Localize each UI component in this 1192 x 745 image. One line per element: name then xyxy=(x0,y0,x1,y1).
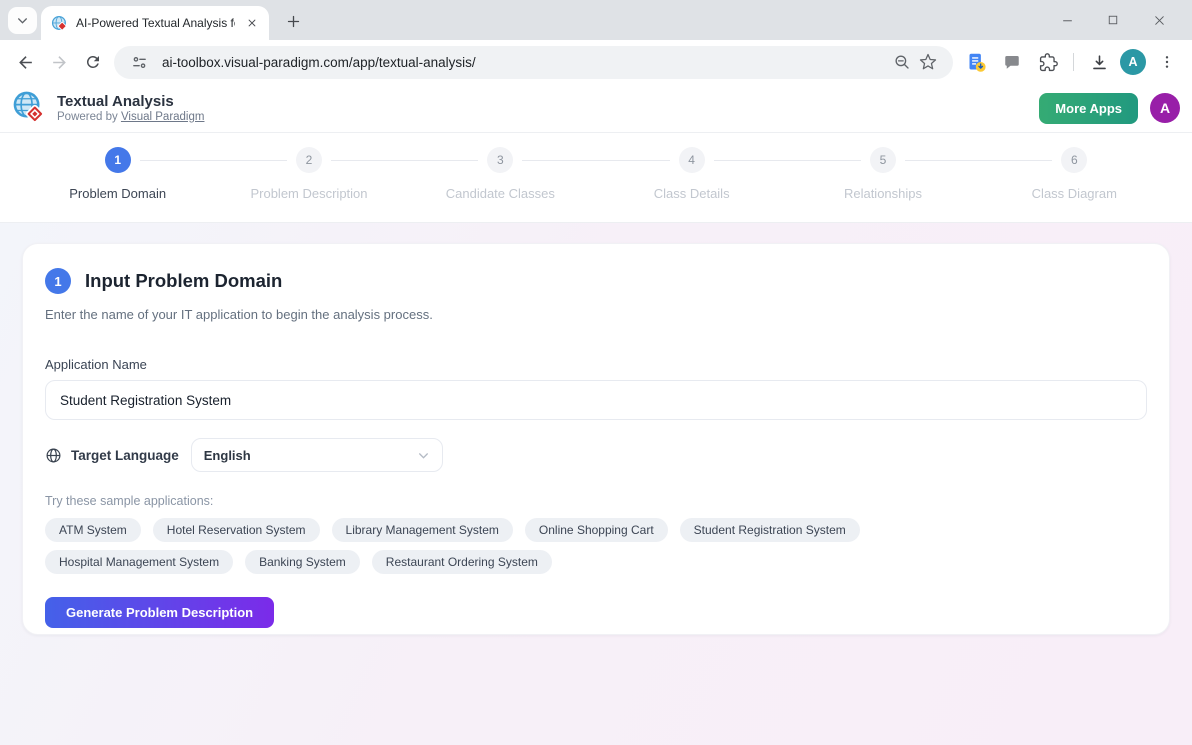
globe-icon xyxy=(45,447,62,464)
site-favicon-icon xyxy=(51,15,68,32)
bookmark-star-icon[interactable] xyxy=(915,49,941,75)
comment-icon[interactable] xyxy=(997,47,1027,77)
application-name-label: Application Name xyxy=(45,357,1147,372)
window-minimize-button[interactable] xyxy=(1044,0,1090,40)
zoom-out-icon[interactable] xyxy=(889,49,915,75)
sample-chip-hotel-reservation-system[interactable]: Hotel Reservation System xyxy=(153,518,320,542)
window-close-button[interactable] xyxy=(1136,0,1182,40)
card-title: Input Problem Domain xyxy=(85,270,282,292)
extensions-puzzle-icon[interactable] xyxy=(1033,47,1063,77)
window-controls xyxy=(1044,0,1182,40)
app-title: Textual Analysis xyxy=(57,93,204,110)
step-label: Problem Description xyxy=(250,186,367,201)
step-label: Relationships xyxy=(844,186,922,201)
tab-strip: AI-Powered Textual Analysis for xyxy=(0,0,1192,40)
powered-by-prefix: Powered by xyxy=(57,111,118,123)
toolbar-separator xyxy=(1073,53,1074,71)
toolbar-right-cluster: A xyxy=(961,47,1184,77)
browser-profile-avatar[interactable]: A xyxy=(1120,49,1146,75)
step-number: 2 xyxy=(296,147,322,173)
browser-menu-kebab-icon[interactable] xyxy=(1152,47,1182,77)
tab-title: AI-Powered Textual Analysis for xyxy=(76,16,235,30)
new-tab-button[interactable] xyxy=(279,7,307,35)
page-background: 1 Input Problem Domain Enter the name of… xyxy=(0,223,1192,745)
window-maximize-button[interactable] xyxy=(1090,0,1136,40)
step-number: 3 xyxy=(487,147,513,173)
card-header: 1 Input Problem Domain xyxy=(45,268,1147,294)
address-bar[interactable]: ai-toolbox.visual-paradigm.com/app/textu… xyxy=(114,46,953,79)
back-button[interactable] xyxy=(8,45,42,79)
target-language-row: Target Language English xyxy=(45,438,1147,472)
step-relationships[interactable]: 5 Relationships xyxy=(787,147,978,201)
select-chevron-down-icon xyxy=(417,449,430,462)
reload-icon xyxy=(84,53,102,71)
step-label: Class Details xyxy=(654,186,730,201)
sample-chip-restaurant-ordering-system[interactable]: Restaurant Ordering System xyxy=(372,550,552,574)
app-header: Textual Analysis Powered by Visual Parad… xyxy=(0,84,1192,133)
user-avatar[interactable]: A xyxy=(1150,93,1180,123)
step-number: 6 xyxy=(1061,147,1087,173)
visual-paradigm-link[interactable]: Visual Paradigm xyxy=(121,111,205,123)
app-logo-icon xyxy=(12,91,47,126)
downloads-icon[interactable] xyxy=(1084,47,1114,77)
forward-arrow-icon xyxy=(50,53,69,72)
target-language-label: Target Language xyxy=(71,448,179,463)
step-number: 1 xyxy=(105,147,131,173)
step-class-details[interactable]: 4 Class Details xyxy=(596,147,787,201)
tab-close-icon[interactable] xyxy=(243,14,261,32)
tab-search-button[interactable] xyxy=(8,7,37,34)
step-one-badge: 1 xyxy=(45,268,71,294)
more-apps-button[interactable]: More Apps xyxy=(1039,93,1138,124)
forward-button[interactable] xyxy=(42,45,76,79)
docs-extension-icon[interactable] xyxy=(961,47,991,77)
browser-window: AI-Powered Textual Analysis for xyxy=(0,0,1192,745)
sample-chips: ATM System Hotel Reservation System Libr… xyxy=(45,518,1045,574)
step-candidate-classes[interactable]: 3 Candidate Classes xyxy=(405,147,596,201)
browser-tab[interactable]: AI-Powered Textual Analysis for xyxy=(41,6,269,40)
input-problem-domain-card: 1 Input Problem Domain Enter the name of… xyxy=(22,243,1170,635)
target-language-select[interactable]: English xyxy=(191,438,443,472)
back-arrow-icon xyxy=(16,53,35,72)
step-problem-domain[interactable]: 1 Problem Domain xyxy=(22,147,213,201)
card-subtitle: Enter the name of your IT application to… xyxy=(45,307,1147,322)
samples-label: Try these sample applications: xyxy=(45,494,1147,508)
generate-problem-description-button[interactable]: Generate Problem Description xyxy=(45,597,274,628)
sample-chip-hospital-management-system[interactable]: Hospital Management System xyxy=(45,550,233,574)
url-text[interactable]: ai-toolbox.visual-paradigm.com/app/textu… xyxy=(162,55,889,70)
reload-button[interactable] xyxy=(76,45,110,79)
step-label: Candidate Classes xyxy=(446,186,555,201)
wizard-stepper: 1 Problem Domain 2 Problem Description 3… xyxy=(0,133,1192,223)
app-title-block: Textual Analysis Powered by Visual Parad… xyxy=(57,93,204,122)
sample-chip-atm-system[interactable]: ATM System xyxy=(45,518,141,542)
sample-chip-online-shopping-cart[interactable]: Online Shopping Cart xyxy=(525,518,668,542)
powered-by-text: Powered by Visual Paradigm xyxy=(57,111,204,123)
plus-icon xyxy=(286,14,301,29)
chevron-down-icon xyxy=(16,14,29,27)
site-controls-icon[interactable] xyxy=(126,49,152,75)
step-label: Class Diagram xyxy=(1032,186,1117,201)
browser-toolbar: ai-toolbox.visual-paradigm.com/app/textu… xyxy=(0,40,1192,84)
step-problem-description[interactable]: 2 Problem Description xyxy=(213,147,404,201)
target-language-value: English xyxy=(204,448,417,463)
application-name-input[interactable] xyxy=(45,380,1147,420)
sample-chip-banking-system[interactable]: Banking System xyxy=(245,550,360,574)
step-number: 5 xyxy=(870,147,896,173)
step-class-diagram[interactable]: 6 Class Diagram xyxy=(979,147,1170,201)
sample-chip-student-registration-system[interactable]: Student Registration System xyxy=(680,518,860,542)
sample-chip-library-management-system[interactable]: Library Management System xyxy=(332,518,513,542)
step-number: 4 xyxy=(679,147,705,173)
step-label: Problem Domain xyxy=(69,186,166,201)
